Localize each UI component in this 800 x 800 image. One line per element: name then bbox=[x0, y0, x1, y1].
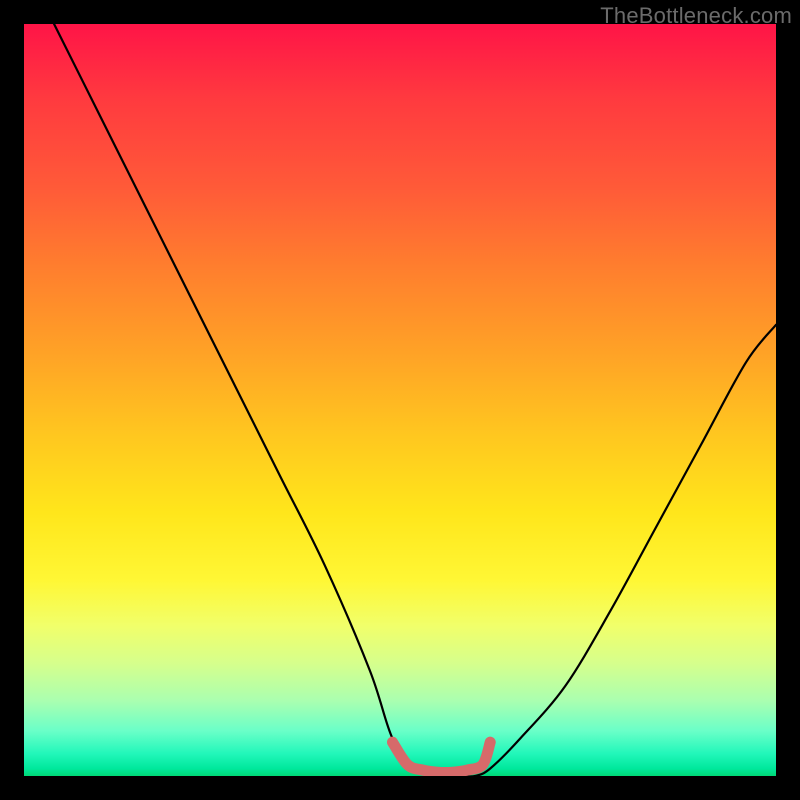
bottleneck-curve bbox=[54, 24, 776, 776]
curve-layer bbox=[24, 24, 776, 776]
plot-area bbox=[24, 24, 776, 776]
optimal-zone-marker bbox=[392, 742, 490, 772]
chart-frame: TheBottleneck.com bbox=[0, 0, 800, 800]
watermark-text: TheBottleneck.com bbox=[600, 3, 792, 29]
